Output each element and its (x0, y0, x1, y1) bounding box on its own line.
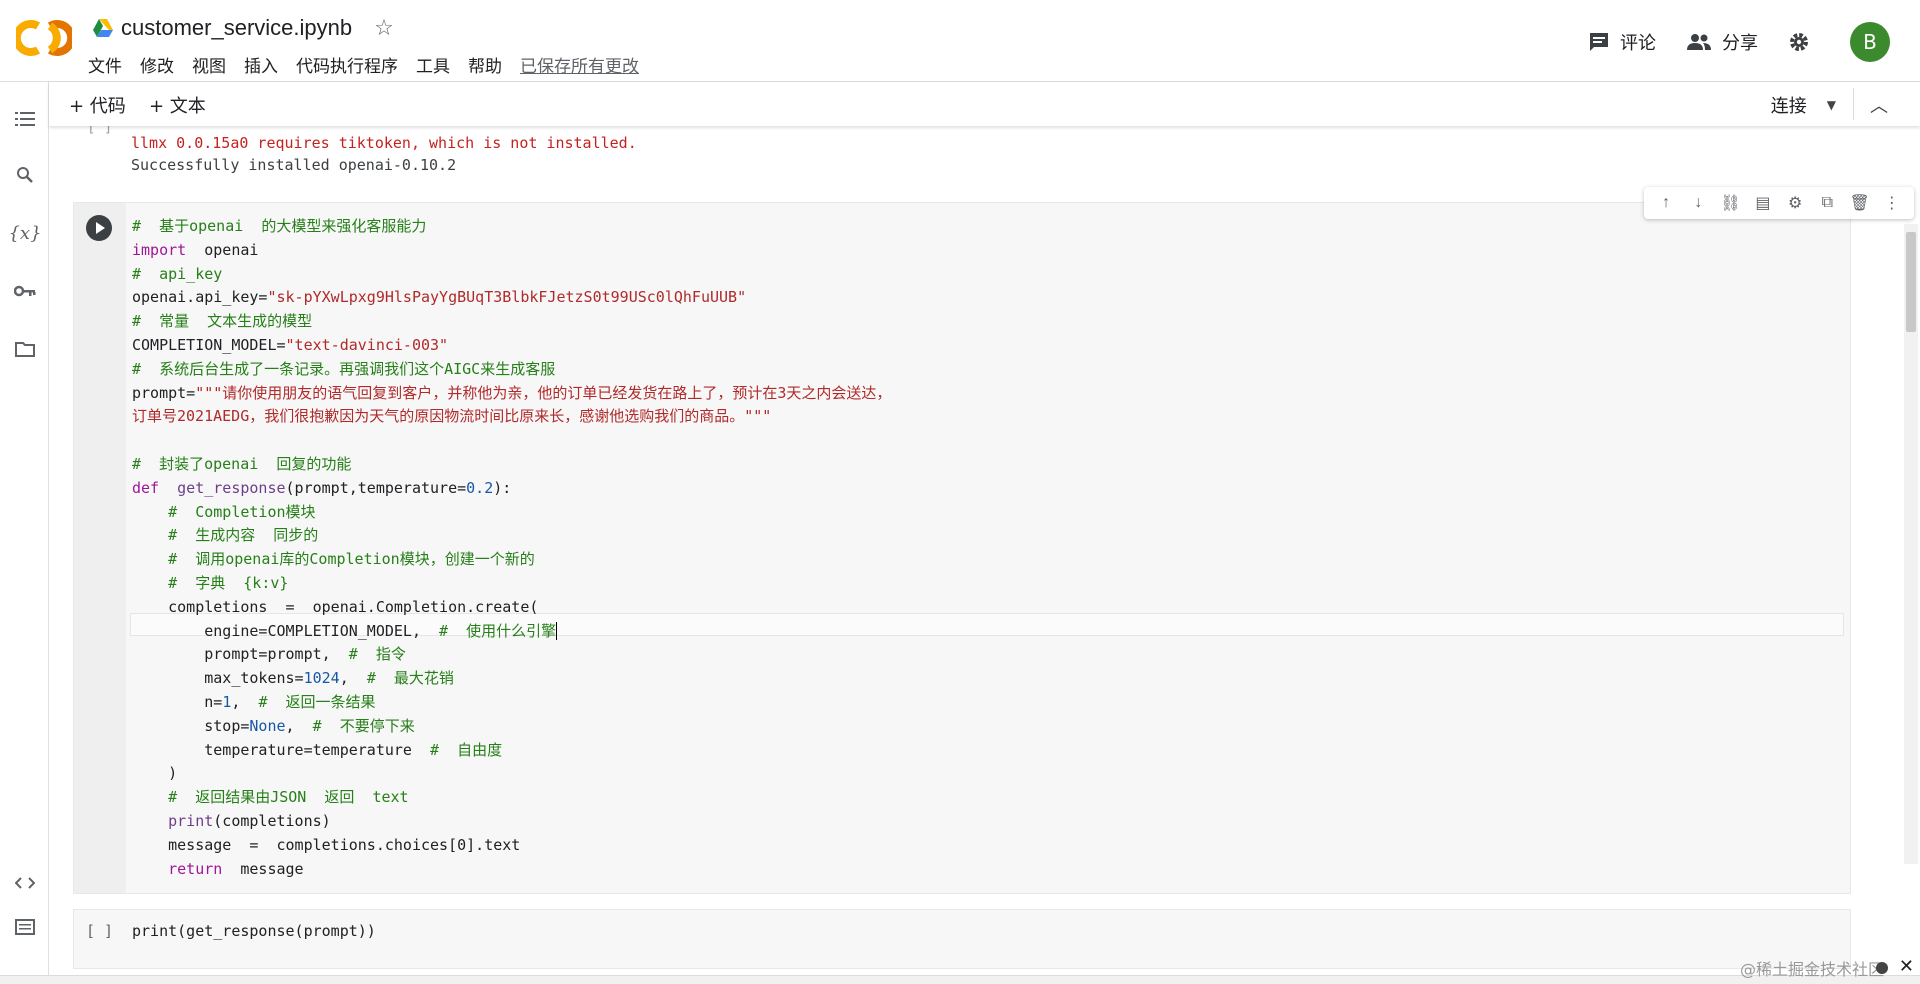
watermark: @稀土掘金技术社区 (1739, 960, 1884, 979)
notebook-scrollbar[interactable] (1904, 224, 1918, 864)
avatar[interactable]: B (1850, 22, 1890, 62)
toolbar-divider (1853, 88, 1854, 120)
chevron-up-icon[interactable]: ︿ (1870, 92, 1888, 118)
menu-edit[interactable]: 修改 (140, 52, 174, 77)
gear-icon (1790, 33, 1808, 51)
cell-gutter (74, 203, 126, 893)
gear-icon[interactable]: ⚙ (1783, 193, 1807, 213)
menu-bar: 文件 修改 视图 插入 代码执行程序 工具 帮助 已保存所有更改 (88, 52, 657, 77)
code-line: stop=None, # 不要停下来 (132, 716, 415, 735)
cell-toolbar: ↑ ↓ ⛓ ▤ ⚙ ⧉ 🗑 ⋮ (1644, 187, 1914, 219)
cell-output: llmx 0.0.15a0 requires tiktoken, which i… (131, 132, 637, 176)
colab-logo[interactable] (16, 18, 72, 58)
search-icon[interactable] (12, 162, 38, 188)
scrollbar-thumb[interactable] (1906, 232, 1916, 332)
key-icon[interactable] (12, 278, 38, 304)
code-line: # 返回结果由JSON 返回 text (132, 788, 409, 807)
code-line: import openai (132, 240, 259, 259)
table-of-contents-icon[interactable] (12, 106, 38, 132)
close-icon[interactable]: ✕ (1899, 956, 1914, 977)
status-bar (0, 975, 1920, 984)
settings-button[interactable] (1788, 31, 1820, 53)
status-dot-icon (1876, 962, 1888, 974)
notebook-area: [ ] llmx 0.0.15a0 requires tiktoken, whi… (49, 126, 1920, 975)
code-line: # 封装了openai 回复的功能 (132, 454, 352, 473)
mirror-cell-icon[interactable]: ⧉ (1815, 194, 1839, 212)
code-line: def get_response(prompt,temperature=0.2)… (132, 478, 512, 497)
caret-down-icon[interactable]: ▼ (1827, 98, 1836, 112)
menu-insert[interactable]: 插入 (244, 52, 278, 77)
code-line: return message (132, 859, 304, 878)
code-cell[interactable]: [ ] print(get_response(prompt)) (73, 909, 1851, 969)
code-line: temperature=temperature # 自由度 (132, 740, 503, 759)
code-line: prompt=prompt, # 指令 (132, 645, 406, 664)
menu-view[interactable]: 视图 (192, 52, 226, 77)
connect-button[interactable]: 连接 ▼ (1771, 92, 1836, 118)
menu-tools[interactable]: 工具 (416, 52, 450, 77)
add-code-button[interactable]: + 代码 (69, 92, 126, 118)
file-title[interactable]: customer_service.ipynb (121, 15, 352, 41)
code-line: # 常量 文本生成的模型 (132, 312, 313, 331)
comment-icon (1590, 33, 1608, 51)
comment-label: 评论 (1620, 33, 1656, 54)
saved-status-link[interactable]: 已保存所有更改 (520, 52, 639, 77)
output-line-success: Successfully installed openai-0.10.2 (131, 156, 457, 174)
menu-file[interactable]: 文件 (88, 52, 122, 77)
code-line: message = completions.choices[0].text (132, 835, 521, 854)
menu-runtime[interactable]: 代码执行程序 (296, 52, 398, 77)
notebook-toolbar: + 代码 + 文本 连接 ▼ ︿ (49, 82, 1920, 126)
arrow-up-icon[interactable]: ↑ (1654, 194, 1678, 212)
add-text-button[interactable]: + 文本 (149, 92, 206, 118)
title-row: customer_service.ipynb ☆ (93, 14, 394, 42)
cell-bracket[interactable]: [ ] (86, 922, 113, 940)
code-cell[interactable]: ↑ ↓ ⛓ ▤ ⚙ ⧉ 🗑 ⋮ # 基于openai 的大模型来强化客服能力 im… (73, 187, 1914, 894)
code-line: # 字典 {k:v} (132, 573, 289, 592)
share-label: 分享 (1722, 33, 1758, 54)
code-line: 订单号2021AEDG，我们很抱歉因为天气的原因物流时间比原来长，感谢他选购我们… (132, 407, 772, 426)
code-line: openai.api_key="sk-pYXwLpxg9HlsPayYgBUqT… (132, 288, 747, 307)
code-line: # Completion模块 (132, 502, 316, 521)
people-icon (1687, 34, 1711, 50)
variables-icon[interactable]: {x} (8, 220, 41, 246)
arrow-down-icon[interactable]: ↓ (1686, 194, 1710, 212)
code-line: completions = openai.Completion.create( (132, 597, 539, 616)
code-line: print(completions) (132, 811, 331, 830)
code-line: ) (132, 764, 178, 783)
text-cursor (556, 622, 558, 641)
code-line: COMPLETION_MODEL="text-davinci-003" (132, 335, 449, 354)
folder-icon[interactable] (12, 336, 38, 362)
code-snippets-icon[interactable] (12, 870, 38, 896)
code-line: # api_key (132, 264, 223, 283)
comment-button[interactable]: 评论 (1588, 29, 1656, 55)
code-line-current: engine=COMPLETION_MODEL, # 使用什么引擎 (132, 621, 558, 641)
comment-icon[interactable]: ▤ (1751, 193, 1775, 213)
header-actions: 评论 分享 B (1588, 22, 1920, 62)
code-line: n=1, # 返回一条结果 (132, 692, 376, 711)
code-line: prompt="""请你使用朋友的语气回复到客户，并称他为亲，他的订单已经发货在… (132, 383, 892, 402)
header: customer_service.ipynb ☆ 文件 修改 视图 插入 代码执… (0, 0, 1920, 82)
terminal-icon[interactable] (12, 914, 38, 940)
code-line: # 生成内容 同步的 (132, 526, 319, 545)
connect-label: 连接 (1770, 96, 1807, 117)
code-line: max_tokens=1024, # 最大花销 (132, 669, 454, 688)
google-drive-icon[interactable] (93, 19, 113, 37)
code-line: # 调用openai库的Completion模块，创建一个新的 (132, 550, 535, 569)
output-line-error: llmx 0.0.15a0 requires tiktoken, which i… (131, 134, 637, 152)
more-vert-icon[interactable]: ⋮ (1880, 193, 1904, 213)
code-editor[interactable]: print(get_response(prompt)) (132, 922, 376, 940)
output-bracket: [ ] (87, 126, 113, 136)
share-button[interactable]: 分享 (1686, 29, 1758, 55)
code-line: # 基于openai 的大模型来强化客服能力 (132, 217, 427, 235)
link-icon[interactable]: ⛓ (1719, 193, 1743, 213)
trash-icon[interactable]: 🗑 (1848, 193, 1872, 213)
code-editor[interactable]: # 基于openai 的大模型来强化客服能力 import openai # api… (132, 215, 891, 881)
run-cell-button[interactable] (86, 215, 112, 241)
menu-help[interactable]: 帮助 (468, 52, 502, 77)
star-icon[interactable]: ☆ (374, 15, 394, 41)
code-line: # 系统后台生成了一条记录。再强调我们这个AIGC来生成客服 (132, 359, 556, 378)
left-sidebar: {x} (0, 82, 49, 975)
